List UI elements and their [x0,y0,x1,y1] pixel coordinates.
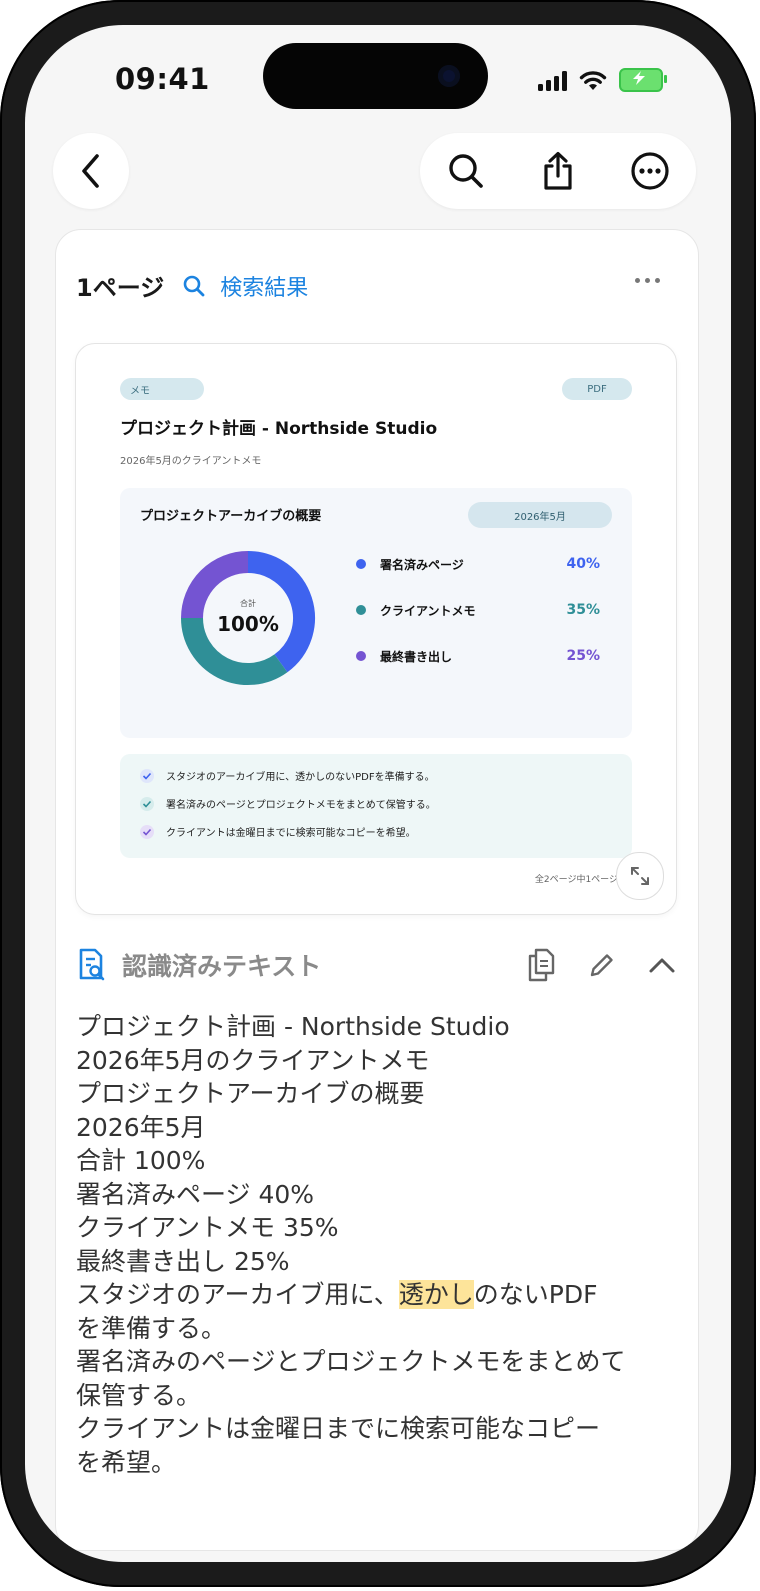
share-icon [544,151,572,190]
expand-icon [631,867,649,885]
dynamic-island [263,43,488,109]
search-highlight: 透かし [398,1280,474,1309]
legend-dot [356,651,366,661]
back-button[interactable] [53,133,129,209]
text-line: クライアントは金曜日までに検索可能なコピー [76,1414,601,1443]
archive-summary: プロジェクトアーカイブの概要 2026年5月 合計 100% 署名済みページ 40… [120,488,632,738]
text-line: 合計 100% [76,1146,206,1175]
card-more-icon[interactable] [635,278,660,283]
text-line: 署名済みのページとプロジェクトメモをまとめて [76,1347,626,1376]
checklist-text: スタジオのアーカイブ用に、透かしのないPDFを準備する。 [166,772,435,783]
check-icon [140,768,154,783]
status-time: 09:41 [115,62,210,96]
text-line: 2026年5月のクライアントメモ [76,1045,430,1075]
text-segment: スタジオのアーカイブ用に、 [76,1280,399,1309]
text-line: を準備する。 [76,1313,227,1343]
text-line: プロジェクト計画 - Northside Studio [76,1012,510,1041]
text-line: 2026年5月 [76,1112,206,1142]
legend-item: 署名済みページ 40% [356,554,600,574]
check-icon [140,796,154,811]
checklist-text: 署名済みのページとプロジェクトメモをまとめて保管する。 [166,800,436,811]
checklist: スタジオのアーカイブ用に、透かしのないPDFを準備する。 署名済みのページとプロ… [120,754,632,858]
legend-label: 最終書き出し [380,649,453,664]
text-segment: のないPDF [473,1280,598,1309]
search-icon [183,275,205,296]
battery-icon [619,68,667,92]
checklist-text: クライアントは金曜日までに検索可能なコピーを希望。 [166,828,416,839]
text-line: 署名済みページ 40% [76,1179,315,1209]
search-icon [449,154,483,188]
screen: 09:41 1ページ 検索結果 メモ PDF プロジェクト計画 - Norths… [25,25,731,1562]
donut-center-value: 100% [217,612,279,636]
legend-item: クライアントメモ 35% [356,600,600,620]
wifi-icon [579,71,607,90]
phone-frame: 09:41 1ページ 検索結果 メモ PDF プロジェクト計画 - Norths… [0,0,756,1587]
legend-value: 25% [566,648,600,664]
memo-tag: メモ [120,378,204,400]
document-subtitle: 2026年5月のクライアントメモ [120,456,262,467]
summary-title: プロジェクトアーカイブの概要 [140,509,322,524]
status-bar: 09:41 [25,25,731,135]
page-counter: 全2ページ中1ページ [534,875,618,885]
status-icons [538,68,667,92]
cellular-signal-icon [538,69,567,91]
page-label: 1ページ [76,274,165,302]
summary-date-badge: 2026年5月 [468,502,612,528]
recognized-text-actions [526,948,676,982]
camera-icon [438,65,460,87]
legend-dot [356,559,366,569]
text-line: を希望。 [76,1447,177,1477]
donut-center-label: 合計 [240,599,256,608]
donut-slice-final-export [181,551,249,619]
share-button[interactable] [528,141,588,201]
text-line: スタジオのアーカイブ用に、透かしのないPDF [76,1278,676,1312]
text-line: 保管する。 [76,1380,202,1410]
checklist-item: クライアントは金曜日までに検索可能なコピーを希望。 [140,824,416,839]
chevron-left-icon [82,154,99,188]
checklist-item: 署名済みのページとプロジェクトメモをまとめて保管する。 [140,796,436,811]
text-line: 最終書き出し 25% [76,1246,290,1276]
more-button[interactable] [620,141,680,201]
recognized-text-body: プロジェクト計画 - Northside Studio 2026年5月のクライア… [76,1010,676,1479]
chevron-up-icon[interactable] [648,955,676,975]
edit-pencil-icon[interactable] [588,951,616,979]
legend-label: クライアントメモ [380,603,476,618]
more-circle-icon [631,152,669,190]
expand-button[interactable] [616,852,664,900]
text-line: クライアントメモ 35% [76,1213,339,1242]
legend-label: 署名済みページ [380,557,464,572]
toolbar [420,133,696,209]
search-button[interactable] [436,141,496,201]
check-icon [140,824,154,839]
recognized-text-header: 認識済みテキスト [76,945,686,985]
legend-dot [356,605,366,615]
card-header: 1ページ 検索結果 [76,268,308,303]
checklist-item: スタジオのアーカイブ用に、透かしのないPDFを準備する。 [140,768,435,783]
copy-icon[interactable] [526,948,556,982]
legend-item: 最終書き出し 25% [356,646,600,666]
text-line: プロジェクトアーカイブの概要 [76,1079,425,1108]
recognized-text-title: 認識済みテキスト [122,952,322,981]
search-results-label: 検索結果 [220,275,309,301]
document-title: プロジェクト計画 - Northside Studio [120,419,438,439]
pdf-tag: PDF [562,378,632,400]
legend-value: 35% [566,602,600,618]
legend-value: 40% [566,556,600,572]
document-search-icon [79,948,105,981]
search-results-link[interactable]: 検索結果 [182,270,308,302]
page-card: 1ページ 検索結果 メモ PDF プロジェクト計画 - Northside St… [55,229,699,1551]
page-preview[interactable]: メモ PDF プロジェクト計画 - Northside Studio 2026年… [75,343,677,915]
